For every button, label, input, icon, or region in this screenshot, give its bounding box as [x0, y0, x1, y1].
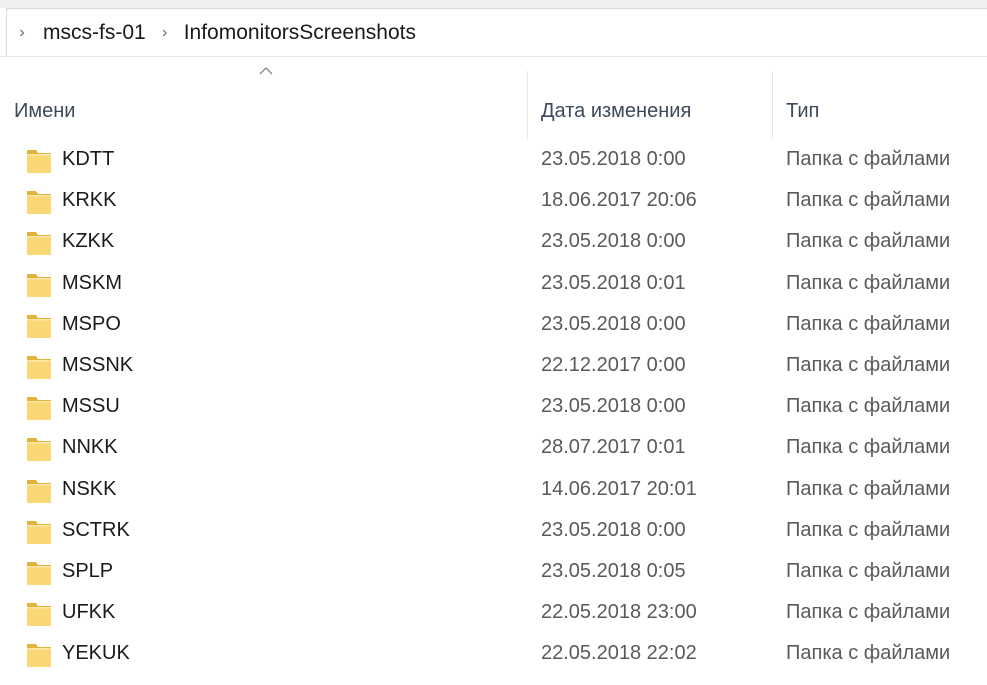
breadcrumb-separator[interactable]: › — [7, 24, 37, 42]
folder-icon — [26, 187, 52, 215]
folder-icon — [26, 311, 52, 339]
file-name[interactable]: KZKK — [62, 221, 114, 262]
file-type: Папка с файлами — [786, 601, 951, 624]
file-row[interactable]: SCTRK 23.05.2018 0:00 Папка с файлами — [0, 510, 987, 551]
column-divider[interactable] — [772, 71, 773, 139]
folder-icon — [26, 558, 52, 586]
file-type: Папка с файлами — [786, 477, 951, 500]
file-name[interactable]: SCTRK — [62, 510, 130, 551]
file-row[interactable]: MSKM 23.05.2018 0:01 Папка с файлами — [0, 263, 987, 304]
folder-icon — [26, 228, 52, 256]
breadcrumb-separator[interactable]: › — [152, 24, 178, 42]
file-type: Папка с файлами — [786, 230, 951, 253]
file-name[interactable]: MSPO — [62, 304, 121, 345]
file-name[interactable]: KRKK — [62, 180, 116, 221]
file-date-modified: 23.05.2018 0:00 — [541, 148, 686, 171]
file-date-modified: 14.06.2017 20:01 — [541, 477, 697, 500]
file-name[interactable]: UFKK — [62, 592, 115, 633]
file-list-view: Имени Дата изменения Тип KDTT 23.05.2018 … — [0, 56, 987, 685]
file-name[interactable]: MSSU — [62, 386, 120, 427]
file-type: Папка с файлами — [786, 559, 951, 582]
file-date-modified: 23.05.2018 0:00 — [541, 395, 686, 418]
file-name[interactable]: KDTT — [62, 139, 114, 180]
file-row[interactable]: MSSNK 22.12.2017 0:00 Папка с файлами — [0, 345, 987, 386]
file-name[interactable]: NSKK — [62, 469, 116, 510]
file-type: Папка с файлами — [786, 271, 951, 294]
file-type: Папка с файлами — [786, 395, 951, 418]
file-rows: KDTT 23.05.2018 0:00 Папка с файлами KRKK 18… — [0, 139, 987, 674]
file-row[interactable]: UFKK 22.05.2018 23:00 Папка с файлами — [0, 592, 987, 633]
file-date-modified: 23.05.2018 0:00 — [541, 312, 686, 335]
file-date-modified: 23.05.2018 0:05 — [541, 559, 686, 582]
file-type: Папка с файлами — [786, 436, 951, 459]
breadcrumb-item-folder[interactable]: InfomonitorsScreenshots — [178, 21, 422, 45]
folder-icon — [26, 146, 52, 174]
file-name[interactable]: NNKK — [62, 427, 118, 468]
column-header-type[interactable]: Тип — [786, 83, 987, 139]
file-type: Папка с файлами — [786, 312, 951, 335]
folder-icon — [26, 599, 52, 627]
file-type: Папка с файлами — [786, 189, 951, 212]
file-date-modified: 23.05.2018 0:00 — [541, 518, 686, 541]
file-date-modified: 22.05.2018 22:02 — [541, 642, 697, 665]
breadcrumb-item-server[interactable]: mscs-fs-01 — [37, 21, 152, 45]
column-divider[interactable] — [527, 71, 528, 139]
folder-icon — [26, 517, 52, 545]
file-type: Папка с файлами — [786, 354, 951, 377]
file-name[interactable]: MSKM — [62, 263, 122, 304]
file-date-modified: 23.05.2018 0:00 — [541, 230, 686, 253]
folder-icon — [26, 393, 52, 421]
file-row[interactable]: KZKK 23.05.2018 0:00 Папка с файлами — [0, 221, 987, 262]
file-row[interactable]: NSKK 14.06.2017 20:01 Папка с файлами — [0, 469, 987, 510]
breadcrumb[interactable]: › mscs-fs-01 › InfomonitorsScreenshots — [6, 8, 987, 56]
file-date-modified: 28.07.2017 0:01 — [541, 436, 686, 459]
file-type: Папка с файлами — [786, 148, 951, 171]
sort-ascending-icon — [259, 67, 273, 75]
column-header-date[interactable]: Дата изменения — [541, 83, 767, 139]
file-date-modified: 22.12.2017 0:00 — [541, 354, 686, 377]
file-date-modified: 18.06.2017 20:06 — [541, 189, 697, 212]
file-row[interactable]: MSPO 23.05.2018 0:00 Папка с файлами — [0, 304, 987, 345]
file-type: Папка с файлами — [786, 642, 951, 665]
folder-icon — [26, 434, 52, 462]
folder-icon — [26, 640, 52, 668]
file-name[interactable]: YEKUK — [62, 633, 130, 674]
window-top-strip — [0, 0, 987, 8]
file-row[interactable]: KDTT 23.05.2018 0:00 Папка с файлами — [0, 139, 987, 180]
folder-icon — [26, 270, 52, 298]
file-date-modified: 22.05.2018 23:00 — [541, 601, 697, 624]
file-name[interactable]: SPLP — [62, 551, 113, 592]
file-row[interactable]: YEKUK 22.05.2018 22:02 Папка с файлами — [0, 633, 987, 674]
folder-icon — [26, 476, 52, 504]
column-header-name[interactable]: Имени — [14, 83, 526, 139]
file-row[interactable]: KRKK 18.06.2017 20:06 Папка с файлами — [0, 180, 987, 221]
file-type: Папка с файлами — [786, 518, 951, 541]
file-row[interactable]: SPLP 23.05.2018 0:05 Папка с файлами — [0, 551, 987, 592]
column-headers: Имени Дата изменения Тип — [0, 57, 987, 139]
file-name[interactable]: MSSNK — [62, 345, 133, 386]
file-row[interactable]: MSSU 23.05.2018 0:00 Папка с файлами — [0, 386, 987, 427]
folder-icon — [26, 352, 52, 380]
file-date-modified: 23.05.2018 0:01 — [541, 271, 686, 294]
file-row[interactable]: NNKK 28.07.2017 0:01 Папка с файлами — [0, 427, 987, 468]
